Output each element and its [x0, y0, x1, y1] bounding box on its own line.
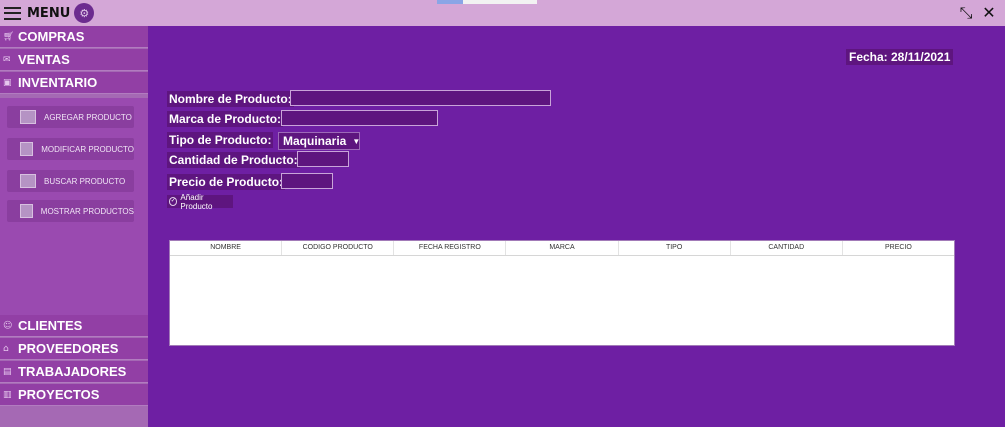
precio-label: Precio de Producto: — [167, 174, 286, 190]
tipo-label: Tipo de Producto: — [167, 132, 274, 148]
inventory-submenu: AGREGAR PRODUCTO MODIFICAR PRODUCTO BUSC… — [0, 98, 148, 316]
modificar-producto-button[interactable]: MODIFICAR PRODUCTO — [7, 138, 134, 160]
sidebar-item-label: PROVEEDORES — [18, 341, 119, 356]
chevron-down-icon: ▼ — [352, 136, 361, 146]
sidebar-item-trabajadores[interactable]: ▤ TRABAJADORES — [0, 361, 148, 383]
button-label: MOSTRAR PRODUCTOS — [40, 206, 134, 216]
close-icon[interactable]: ✕ — [978, 3, 1000, 23]
sidebar-item-label: PROYECTOS — [18, 387, 100, 402]
sidebar-item-label: CLIENTES — [18, 318, 83, 333]
cantidad-label: Cantidad de Producto: — [167, 152, 300, 168]
show-products-icon — [20, 204, 33, 218]
date-label: Fecha: 28/11/2021 — [846, 49, 954, 65]
column-header-marca[interactable]: MARCA — [506, 241, 619, 255]
sales-icon: ✉ — [3, 54, 11, 65]
sidebar-item-inventario[interactable]: ▣ INVENTARIO — [0, 72, 148, 94]
workers-icon: ▤ — [3, 366, 12, 377]
mostrar-productos-button[interactable]: MOSTRAR PRODUCTOS — [7, 200, 134, 222]
marca-producto-input[interactable] — [281, 110, 438, 126]
precio-producto-input[interactable] — [281, 173, 333, 189]
agregar-producto-button[interactable]: AGREGAR PRODUCTO — [7, 106, 134, 128]
add-product-icon — [20, 110, 36, 124]
column-header-fecha[interactable]: FECHA REGISTRO — [394, 241, 507, 255]
sidebar-item-clientes[interactable]: ☺ CLIENTES — [0, 315, 148, 337]
sidebar-item-compras[interactable]: 🛒︎ COMPRAS — [0, 26, 148, 48]
button-label: BUSCAR PRODUCTO — [44, 176, 126, 186]
column-header-codigo[interactable]: CODIGO PRODUCTO — [282, 241, 395, 255]
sidebar-item-label: COMPRAS — [18, 29, 85, 44]
projects-icon: ▥ — [3, 389, 12, 400]
menu-label: MENU — [27, 5, 71, 21]
tipo-producto-select[interactable]: Maquinaria ▼ — [278, 132, 360, 150]
sidebar-item-label: TRABAJADORES — [18, 364, 127, 379]
sidebar-item-proyectos[interactable]: ▥ PROYECTOS — [0, 384, 148, 406]
add-product-button[interactable]: ✓ Añadir Producto — [167, 192, 233, 211]
suppliers-icon: ⌂ — [3, 343, 9, 354]
check-circle-icon: ✓ — [169, 197, 178, 206]
cantidad-producto-input[interactable] — [297, 151, 349, 167]
sidebar-item-proveedores[interactable]: ⌂ PROVEEDORES — [0, 338, 148, 360]
marca-label: Marca de Producto: — [167, 111, 284, 127]
restore-window-icon[interactable]: ⤡ — [955, 3, 977, 23]
title-bar: MENU ⚙ ⤡ ✕ — [0, 0, 1005, 26]
buscar-producto-button[interactable]: BUSCAR PRODUCTO — [7, 170, 134, 192]
products-table[interactable]: NOMBRE CODIGO PRODUCTO FECHA REGISTRO MA… — [169, 240, 955, 346]
hamburger-icon — [4, 6, 21, 20]
search-product-icon — [20, 174, 36, 188]
column-header-nombre[interactable]: NOMBRE — [170, 241, 283, 255]
table-header: NOMBRE CODIGO PRODUCTO FECHA REGISTRO MA… — [170, 241, 954, 256]
add-product-label: Añadir Producto — [180, 192, 213, 211]
sidebar: 🛒︎ COMPRAS ✉ VENTAS ▣ INVENTARIO AGREGAR… — [0, 26, 148, 427]
tipo-selected-value: Maquinaria — [283, 134, 347, 148]
sidebar-item-label: INVENTARIO — [18, 75, 98, 90]
column-header-cantidad[interactable]: CANTIDAD — [731, 241, 843, 255]
nombre-label: Nombre de Producto: — [167, 91, 294, 107]
button-label: AGREGAR PRODUCTO — [44, 112, 132, 122]
inventory-icon: ▣ — [3, 77, 12, 88]
cart-icon: 🛒︎ — [3, 31, 15, 42]
window-drag-handle[interactable] — [437, 0, 537, 4]
edit-product-icon — [20, 142, 34, 156]
menu-toggle-button[interactable]: MENU ⚙ — [4, 3, 95, 23]
button-label: MODIFICAR PRODUCTO — [41, 144, 134, 154]
column-header-precio[interactable]: PRECIO — [843, 241, 954, 255]
clients-icon: ☺ — [3, 320, 13, 331]
nombre-producto-input[interactable] — [290, 90, 551, 106]
column-header-tipo[interactable]: TIPO — [619, 241, 731, 255]
main-panel: Fecha: 28/11/2021 Nombre de Producto: Ma… — [148, 26, 1005, 427]
sidebar-item-ventas[interactable]: ✉ VENTAS — [0, 49, 148, 71]
company-logo-icon: ⚙ — [74, 3, 95, 23]
sidebar-item-label: VENTAS — [18, 52, 70, 67]
